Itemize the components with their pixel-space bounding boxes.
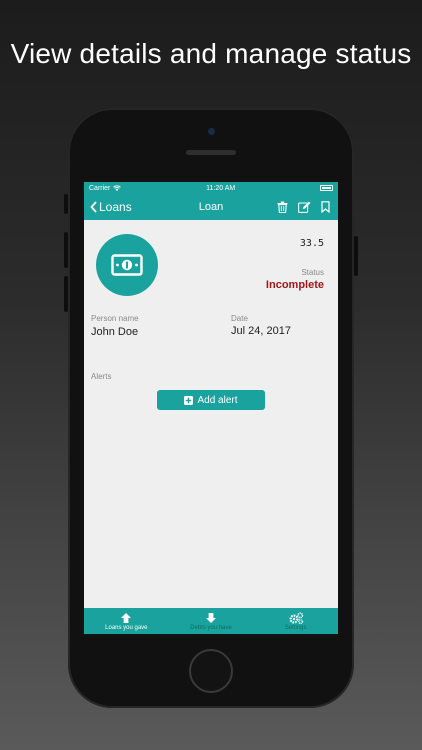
volume-up-button	[64, 232, 68, 268]
loan-amount: 33.5	[299, 238, 324, 249]
status-value[interactable]: Incomplete	[266, 279, 324, 291]
alerts-label: Alerts	[91, 372, 112, 381]
carrier-label: Carrier	[89, 184, 111, 192]
battery-icon	[319, 185, 333, 191]
add-alert-button[interactable]: Add alert	[157, 390, 265, 410]
add-alert-label: Add alert	[197, 394, 238, 406]
phone-screen: Carrier 11:20 AM Loans Loan 33.5 Status …	[84, 182, 338, 634]
date-label: Date	[231, 314, 248, 323]
money-icon	[111, 254, 143, 276]
status-label: Status	[301, 268, 324, 277]
front-camera	[208, 128, 215, 135]
clock: 11:20 AM	[206, 184, 236, 192]
chevron-left-icon	[90, 201, 97, 213]
mute-switch	[64, 194, 68, 214]
earpiece	[186, 150, 236, 155]
back-button[interactable]: Loans	[90, 200, 132, 214]
person-name-value: John Doe	[91, 326, 139, 338]
nav-bar: Loans Loan	[84, 194, 338, 220]
arrow-down-icon	[206, 612, 216, 623]
trash-icon[interactable]	[277, 201, 288, 213]
arrow-up-icon	[121, 612, 132, 623]
phone-frame: Carrier 11:20 AM Loans Loan 33.5 Status …	[64, 108, 358, 708]
loan-details: 33.5 Status Incomplete Person name John …	[84, 220, 338, 608]
home-button	[189, 649, 233, 693]
tab-label: Debts you have	[190, 624, 232, 631]
bookmark-icon[interactable]	[321, 201, 330, 213]
back-label: Loans	[99, 200, 132, 214]
status-bar: Carrier 11:20 AM	[84, 182, 338, 194]
wifi-icon	[113, 185, 122, 191]
tab-debts-you-have[interactable]: Debts you have	[169, 608, 254, 634]
tab-loans-you-gave[interactable]: Loans you gave	[84, 608, 169, 634]
volume-down-button	[64, 276, 68, 312]
tab-label: Loans you gave	[105, 624, 148, 631]
tab-label: Settings	[284, 624, 307, 631]
person-name-label: Person name	[91, 314, 139, 323]
headline: View details and manage status	[10, 38, 412, 69]
date-value: Jul 24, 2017	[231, 325, 291, 337]
tab-bar: Loans you gave Debts you have Settings	[84, 608, 338, 634]
plus-square-icon	[184, 395, 194, 405]
power-button	[354, 236, 358, 276]
tab-settings[interactable]: Settings	[253, 608, 338, 634]
edit-icon[interactable]	[298, 201, 311, 213]
gears-icon	[289, 611, 303, 624]
loan-avatar	[96, 234, 158, 296]
